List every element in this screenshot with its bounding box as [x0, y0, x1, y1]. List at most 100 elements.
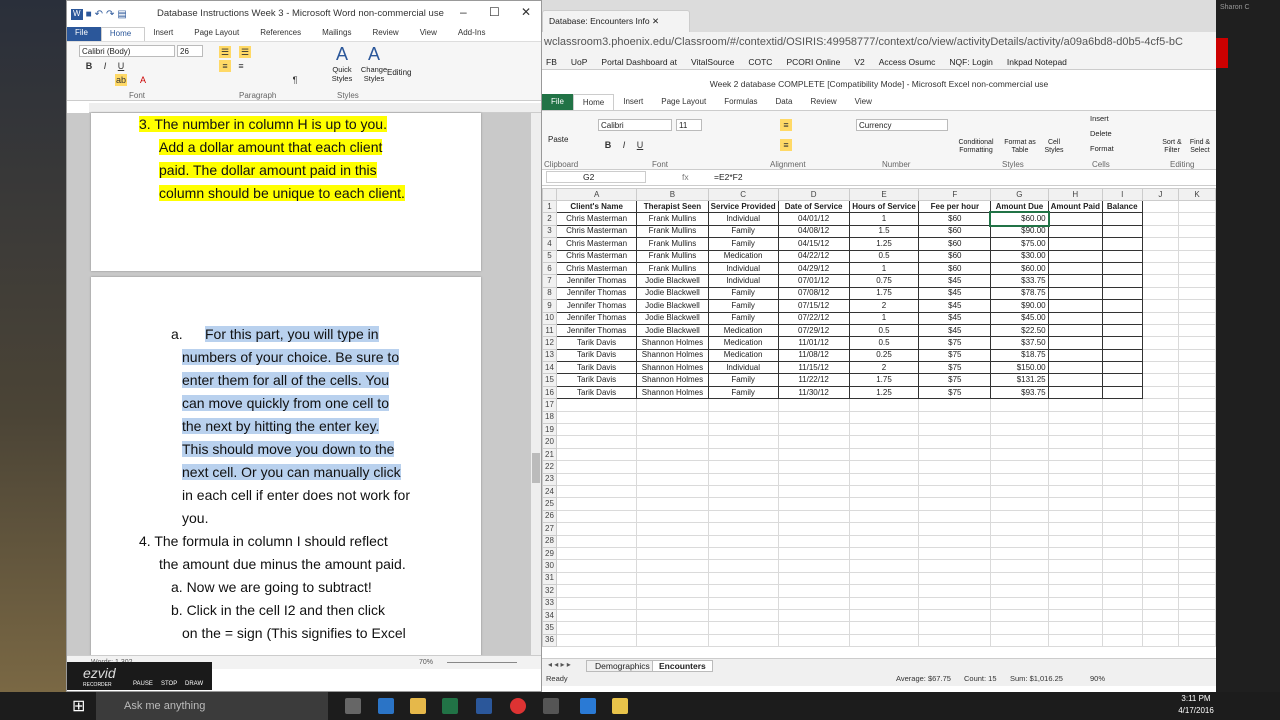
- empty-cell[interactable]: [555, 435, 638, 449]
- empty-cell[interactable]: [1141, 534, 1180, 548]
- empty-cell[interactable]: [1101, 435, 1143, 449]
- tab-insert[interactable]: Insert: [145, 27, 186, 41]
- format-cells-button[interactable]: Format: [1090, 144, 1114, 153]
- pause-button[interactable]: PAUSE: [133, 681, 153, 687]
- empty-cell[interactable]: [555, 447, 638, 462]
- empty-cell[interactable]: [777, 621, 850, 635]
- tab-home[interactable]: Home: [572, 94, 615, 110]
- row-number[interactable]: 20: [542, 435, 557, 449]
- empty-cell[interactable]: [990, 633, 1049, 648]
- empty-cell[interactable]: [1101, 571, 1143, 586]
- font-name-box[interactable]: Calibri (Body): [79, 45, 175, 57]
- stop-button[interactable]: STOP: [161, 681, 177, 687]
- amount-paid-cell[interactable]: [1047, 311, 1103, 325]
- empty-cell[interactable]: [1141, 385, 1180, 400]
- tab-page-layout[interactable]: Page Layout: [186, 27, 252, 41]
- empty-cell[interactable]: [1178, 373, 1216, 387]
- empty-cell[interactable]: [848, 584, 920, 598]
- empty-cell[interactable]: [1141, 286, 1180, 301]
- data-cell[interactable]: Individual: [707, 261, 779, 276]
- row-number[interactable]: 16: [542, 385, 557, 400]
- empty-cell[interactable]: [990, 608, 1049, 623]
- data-cell[interactable]: Shannon Holmes: [636, 385, 709, 400]
- conditional-formatting-button[interactable]: Conditional Formatting: [954, 139, 998, 155]
- empty-cell[interactable]: [777, 423, 850, 437]
- row-number[interactable]: 13: [542, 348, 557, 363]
- empty-cell[interactable]: [1101, 621, 1143, 635]
- empty-cell[interactable]: [555, 472, 638, 487]
- data-cell[interactable]: Individual: [707, 212, 779, 226]
- delete-cells-button[interactable]: Delete: [1090, 129, 1112, 138]
- data-cell[interactable]: 2: [848, 361, 920, 375]
- data-cell[interactable]: 04/29/12: [777, 261, 850, 276]
- tab-data[interactable]: Data: [767, 94, 802, 110]
- start-icon[interactable]: ⊞: [72, 696, 85, 716]
- data-cell[interactable]: $90.00: [990, 224, 1049, 239]
- empty-cell[interactable]: [1047, 410, 1103, 425]
- empty-cell[interactable]: [777, 522, 850, 536]
- empty-cell[interactable]: [848, 509, 920, 524]
- empty-cell[interactable]: [1178, 633, 1216, 648]
- empty-cell[interactable]: [707, 435, 779, 449]
- data-cell[interactable]: Jennifer Thomas: [555, 299, 638, 313]
- data-cell[interactable]: Family: [707, 385, 779, 400]
- draw-button[interactable]: DRAW: [185, 681, 203, 687]
- data-cell[interactable]: 1.25: [848, 237, 920, 251]
- row-number[interactable]: 3: [542, 224, 557, 239]
- empty-cell[interactable]: [707, 423, 779, 437]
- editing-button[interactable]: Editing: [387, 68, 411, 77]
- empty-cell[interactable]: [777, 571, 850, 586]
- data-cell[interactable]: $60.00: [990, 261, 1049, 276]
- empty-cell[interactable]: [1178, 509, 1216, 524]
- data-cell[interactable]: $75: [918, 385, 992, 400]
- row-number[interactable]: 11: [542, 323, 557, 338]
- change-styles-button[interactable]: A Change Styles: [357, 44, 391, 88]
- empty-cell[interactable]: [1141, 497, 1180, 511]
- data-cell[interactable]: 07/22/12: [777, 311, 850, 325]
- bookmark-item[interactable]: V2: [854, 54, 864, 69]
- row-number[interactable]: 30: [542, 559, 557, 573]
- empty-cell[interactable]: [636, 608, 709, 623]
- empty-cell[interactable]: [848, 559, 920, 573]
- empty-cell[interactable]: [555, 460, 638, 474]
- clock-date[interactable]: 4/17/2016: [1172, 706, 1220, 715]
- row-number[interactable]: 24: [542, 484, 557, 499]
- empty-cell[interactable]: [1178, 484, 1216, 499]
- empty-cell[interactable]: [1178, 608, 1216, 623]
- balance-cell[interactable]: [1101, 249, 1143, 263]
- bold-button[interactable]: B: [602, 139, 614, 151]
- data-cell[interactable]: $37.50: [990, 336, 1049, 350]
- data-cell[interactable]: Jodie Blackwell: [636, 323, 709, 338]
- empty-cell[interactable]: [1141, 621, 1180, 635]
- bookmark-item[interactable]: NQF: Login: [949, 54, 992, 69]
- sheet-tab-demographics[interactable]: Demographics: [586, 660, 659, 672]
- data-cell[interactable]: Family: [707, 286, 779, 301]
- row-number[interactable]: 18: [542, 410, 557, 425]
- balance-cell[interactable]: [1101, 373, 1143, 387]
- empty-cell[interactable]: [1101, 546, 1143, 561]
- data-cell[interactable]: Medication: [707, 249, 779, 263]
- header-cell[interactable]: Date of Service: [777, 199, 850, 214]
- empty-cell[interactable]: [1141, 311, 1180, 325]
- underline-button[interactable]: U: [634, 139, 646, 151]
- empty-cell[interactable]: [1101, 559, 1143, 573]
- align-center-button[interactable]: ≡: [235, 60, 247, 72]
- data-cell[interactable]: $30.00: [990, 249, 1049, 263]
- empty-cell[interactable]: [848, 447, 920, 462]
- empty-cell[interactable]: [555, 559, 638, 573]
- header-cell[interactable]: Client's Name: [555, 199, 638, 214]
- column-header-k[interactable]: K: [1178, 188, 1216, 201]
- empty-cell[interactable]: [1141, 224, 1180, 239]
- data-cell[interactable]: $45: [918, 299, 992, 313]
- data-cell[interactable]: $60: [918, 249, 992, 263]
- empty-cell[interactable]: [1047, 435, 1103, 449]
- amount-paid-cell[interactable]: [1047, 274, 1103, 288]
- redo-icon[interactable]: ↷: [106, 9, 114, 20]
- empty-cell[interactable]: [1047, 559, 1103, 573]
- data-cell[interactable]: 04/15/12: [777, 237, 850, 251]
- tab-insert[interactable]: Insert: [614, 94, 652, 110]
- tab-view[interactable]: View: [412, 27, 450, 41]
- balance-cell[interactable]: [1101, 299, 1143, 313]
- row-number[interactable]: 12: [542, 336, 557, 350]
- column-header-f[interactable]: F: [918, 188, 992, 201]
